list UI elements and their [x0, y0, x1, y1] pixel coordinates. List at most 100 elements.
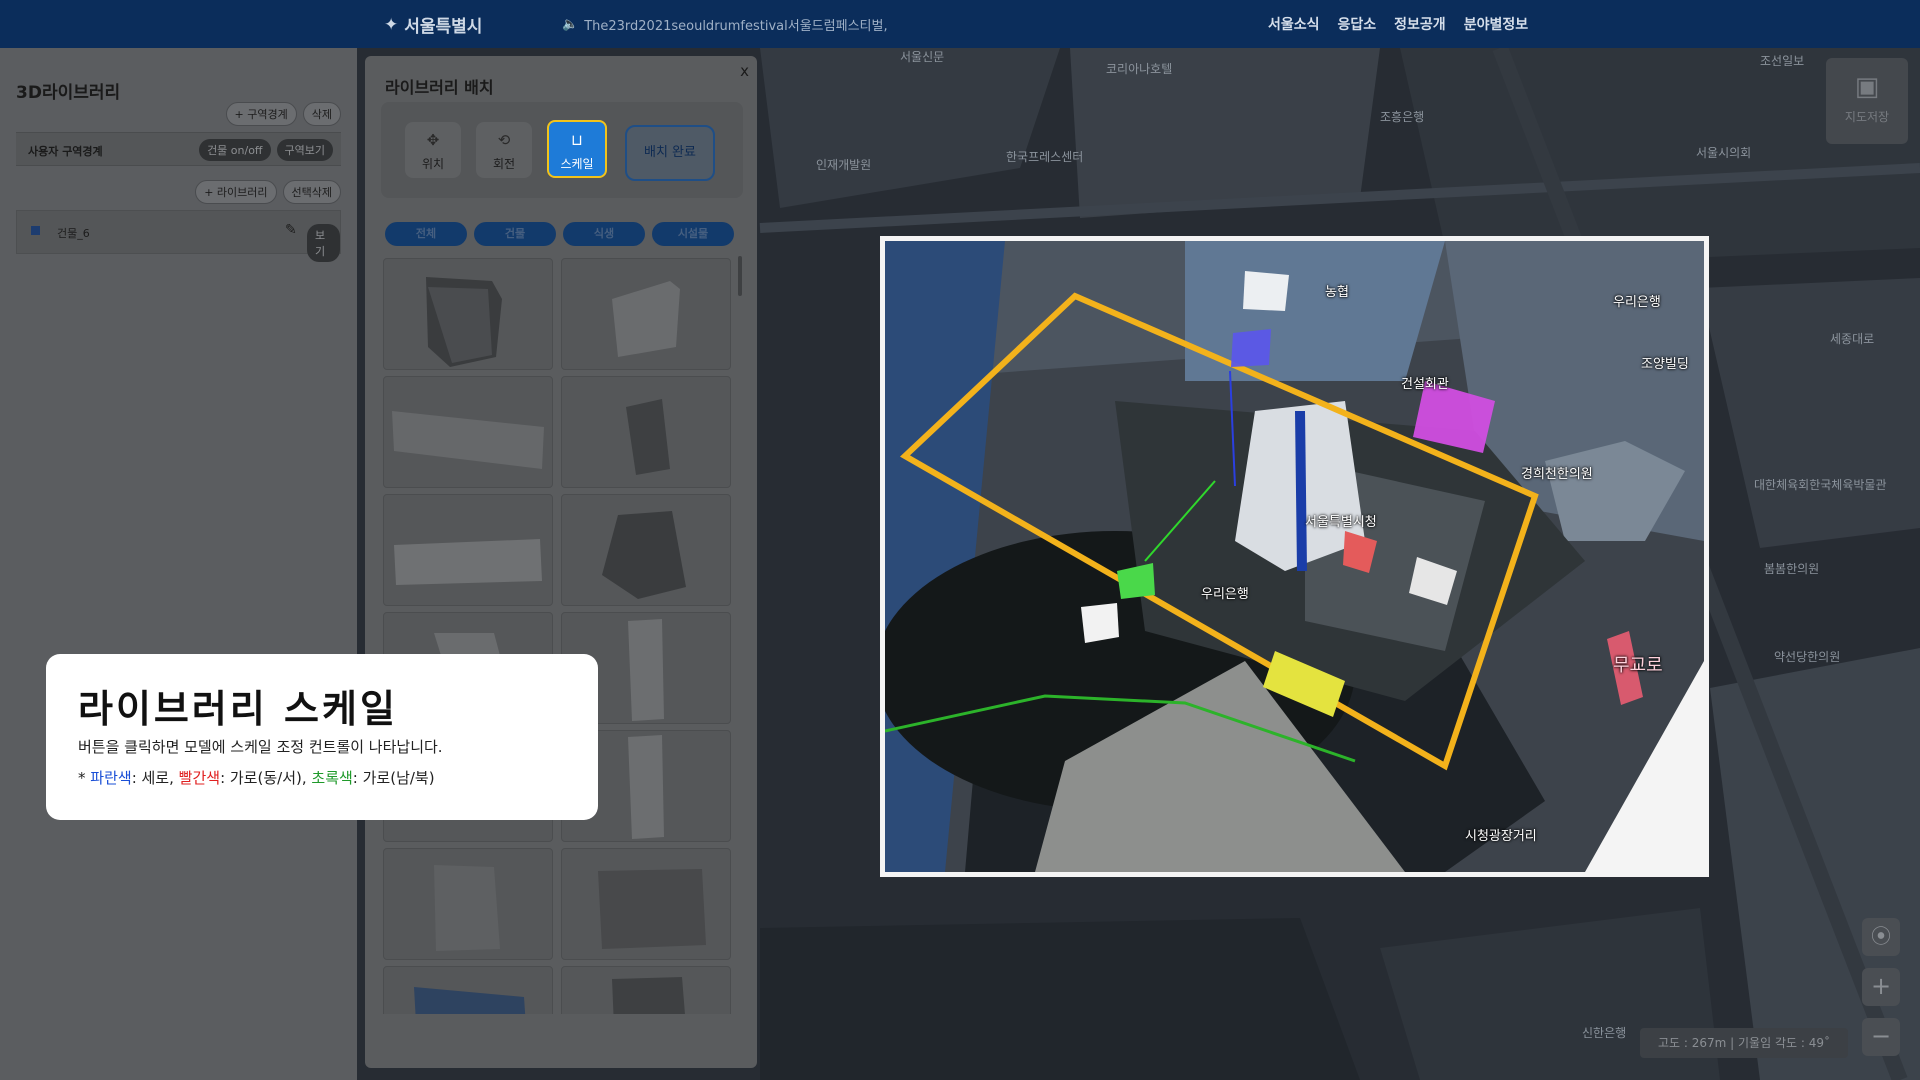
seoul-logo-icon: ✦: [384, 14, 399, 35]
map-label: 약선당한의원: [1774, 650, 1841, 664]
delete-zone-button[interactable]: 삭제: [302, 102, 341, 126]
menu-item-info[interactable]: 정보공개: [1394, 14, 1446, 34]
map-label: 서울시의회: [1696, 146, 1752, 160]
library-scrollbar[interactable]: [738, 256, 742, 296]
library-model-thumb[interactable]: [383, 848, 553, 960]
library-actions: + 라이브러리 선택삭제: [195, 180, 341, 204]
save-map-button[interactable]: ▣ 지도저장: [1826, 58, 1908, 144]
close-icon[interactable]: x: [740, 62, 749, 80]
tool-label: 위치: [421, 157, 445, 171]
map-label: 경희천한의원: [1521, 467, 1593, 482]
legend-red-desc: : 가로(동/서),: [220, 769, 312, 787]
legend-green: 초록색: [311, 769, 353, 787]
building-toggle-button[interactable]: 건물 on/off: [199, 139, 271, 161]
aerial-view: [885, 241, 1704, 872]
camera-status: 고도 : 267m | 기울임 각도 : 49˚: [1640, 1028, 1848, 1058]
tooltip-title: 라이브러리 스케일: [78, 687, 398, 731]
scale-help-tooltip: 라이브러리 스케일 버튼을 클릭하면 모델에 스케일 조정 컨트롤이 나타납니다…: [46, 654, 598, 820]
tab-facility[interactable]: 시설물: [652, 222, 734, 246]
scale-preview-image: 농협 우리은행 건설회관 조양빌딩 경희천한의원 서울특별시청 우리은행 시청광…: [880, 236, 1709, 877]
library-3d-panel: 3D라이브러리 + 구역경계 삭제 사용자 구역경계 건물 on/off 구역보…: [0, 48, 357, 1080]
map-label: 대한체육회한국체육박물관: [1754, 478, 1887, 492]
tool-label: 스케일: [560, 157, 594, 171]
map-label: 조선일보: [1760, 54, 1805, 68]
scale-tool-button[interactable]: ⊔ 스케일: [547, 120, 607, 178]
menu-item-fields[interactable]: 분야별정보: [1464, 14, 1528, 34]
save-label: 지도저장: [1844, 110, 1890, 124]
map-label: 무교로: [1613, 655, 1663, 676]
map-label: 건설회관: [1401, 377, 1449, 392]
tooltip-legend: * 파란색: 세로, 빨간색: 가로(동/서), 초록색: 가로(남/북): [78, 767, 435, 788]
placement-done-button[interactable]: 배치 완료: [625, 125, 715, 181]
library-model-thumb[interactable]: [561, 376, 731, 488]
map-label: 시청광장거리: [1465, 829, 1537, 844]
save-icon: ▣: [1854, 72, 1880, 102]
compass-icon[interactable]: ⦿: [1862, 918, 1900, 956]
pencil-icon[interactable]: ✎: [285, 222, 297, 238]
map-label: 서울신문: [900, 50, 945, 64]
map-label: 신한은행: [1582, 1026, 1627, 1040]
tab-vegetation[interactable]: 식생: [563, 222, 645, 246]
map-label: 세종대로: [1830, 332, 1875, 346]
library-item[interactable]: 건물_6 ✎ 보기: [16, 210, 341, 262]
legend-red: 빨간색: [178, 769, 221, 787]
menu-item-news[interactable]: 서울소식: [1268, 14, 1320, 34]
add-library-button[interactable]: + 라이브러리: [195, 180, 277, 204]
logo-text: 서울특별시: [404, 17, 483, 37]
zone-view-button[interactable]: 구역보기: [276, 139, 333, 161]
map-label: 인재개발원: [816, 158, 872, 172]
map-label: 우리은행: [1613, 295, 1661, 310]
legend-green-desc: : 가로(남/북): [352, 769, 435, 787]
map-label: 우리은행: [1201, 587, 1249, 602]
library-grid: [383, 258, 739, 1014]
item-name: 건물_6: [57, 227, 90, 240]
library-model-thumb[interactable]: [383, 494, 553, 606]
panel-title: 3D라이브러리: [16, 83, 121, 103]
tooltip-description: 버튼을 클릭하면 모델에 스케일 조정 컨트롤이 나타납니다.: [78, 738, 443, 756]
category-tabs: 전체 건물 식생 시설물: [385, 222, 734, 246]
library-model-thumb[interactable]: [383, 258, 553, 370]
map-label: 봄봄한의원: [1764, 562, 1820, 576]
tab-building[interactable]: 건물: [474, 222, 556, 246]
notice-ticker[interactable]: 🔈 The23rd2021seouldrumfestival서울드럼페스티벌,: [562, 15, 888, 34]
library-model-thumb[interactable]: [383, 376, 553, 488]
seoul-logo[interactable]: ✦ 서울특별시: [384, 12, 483, 38]
zone-actions: + 구역경계 삭제: [225, 102, 341, 126]
item-color-icon: [31, 226, 40, 235]
speaker-icon: 🔈: [562, 17, 579, 32]
library-model-thumb[interactable]: [561, 966, 731, 1014]
zoom-in-button[interactable]: +: [1862, 968, 1900, 1006]
user-zone-row: 사용자 구역경계 건물 on/off 구역보기: [16, 132, 341, 166]
map-label: 조양빌딩: [1641, 357, 1689, 372]
library-model-thumb[interactable]: [383, 966, 553, 1014]
map-label: 서울특별시청: [1305, 515, 1377, 530]
rotate-icon: ⟲: [497, 131, 511, 149]
user-zone-label: 사용자 구역경계: [28, 145, 103, 158]
tool-label: 회전: [492, 157, 516, 171]
notice-text: The23rd2021seouldrumfestival서울드럼페스티벌,: [584, 19, 888, 34]
tab-all[interactable]: 전체: [385, 222, 467, 246]
menu-item-response[interactable]: 응답소: [1338, 14, 1377, 34]
rotate-tool-button[interactable]: ⟲ 회전: [476, 122, 532, 178]
move-icon: ✥: [426, 131, 440, 149]
legend-prefix: *: [78, 769, 91, 787]
position-tool-button[interactable]: ✥ 위치: [405, 122, 461, 178]
map-label: 코리아나호텔: [1106, 62, 1173, 76]
zoom-out-button[interactable]: −: [1862, 1018, 1900, 1056]
map-label: 농협: [1325, 285, 1349, 300]
library-model-thumb[interactable]: [561, 848, 731, 960]
library-model-thumb[interactable]: [561, 258, 731, 370]
top-navigation: ✦ 서울특별시 🔈 The23rd2021seouldrumfestival서울…: [0, 0, 1920, 48]
map-label: 한국프레스센터: [1006, 150, 1084, 164]
scale-icon: ⊔: [571, 131, 583, 149]
legend-blue: 파란색: [90, 769, 132, 787]
delete-selection-button[interactable]: 선택삭제: [282, 180, 341, 204]
map-label: 조흥은행: [1380, 110, 1425, 124]
add-zone-button[interactable]: + 구역경계: [225, 102, 297, 126]
library-placement-panel: 라이브러리 배치 x ✥ 위치 ⟲ 회전 ⊔ 스케일 배치 완료 전체 건물 식…: [365, 56, 757, 1068]
library-model-thumb[interactable]: [561, 494, 731, 606]
main-menu: 서울소식 응답소 정보공개 분야별정보: [1268, 14, 1528, 34]
placement-title: 라이브러리 배치: [385, 78, 494, 97]
legend-blue-desc: : 세로,: [131, 769, 179, 787]
view-button[interactable]: 보기: [307, 224, 340, 262]
